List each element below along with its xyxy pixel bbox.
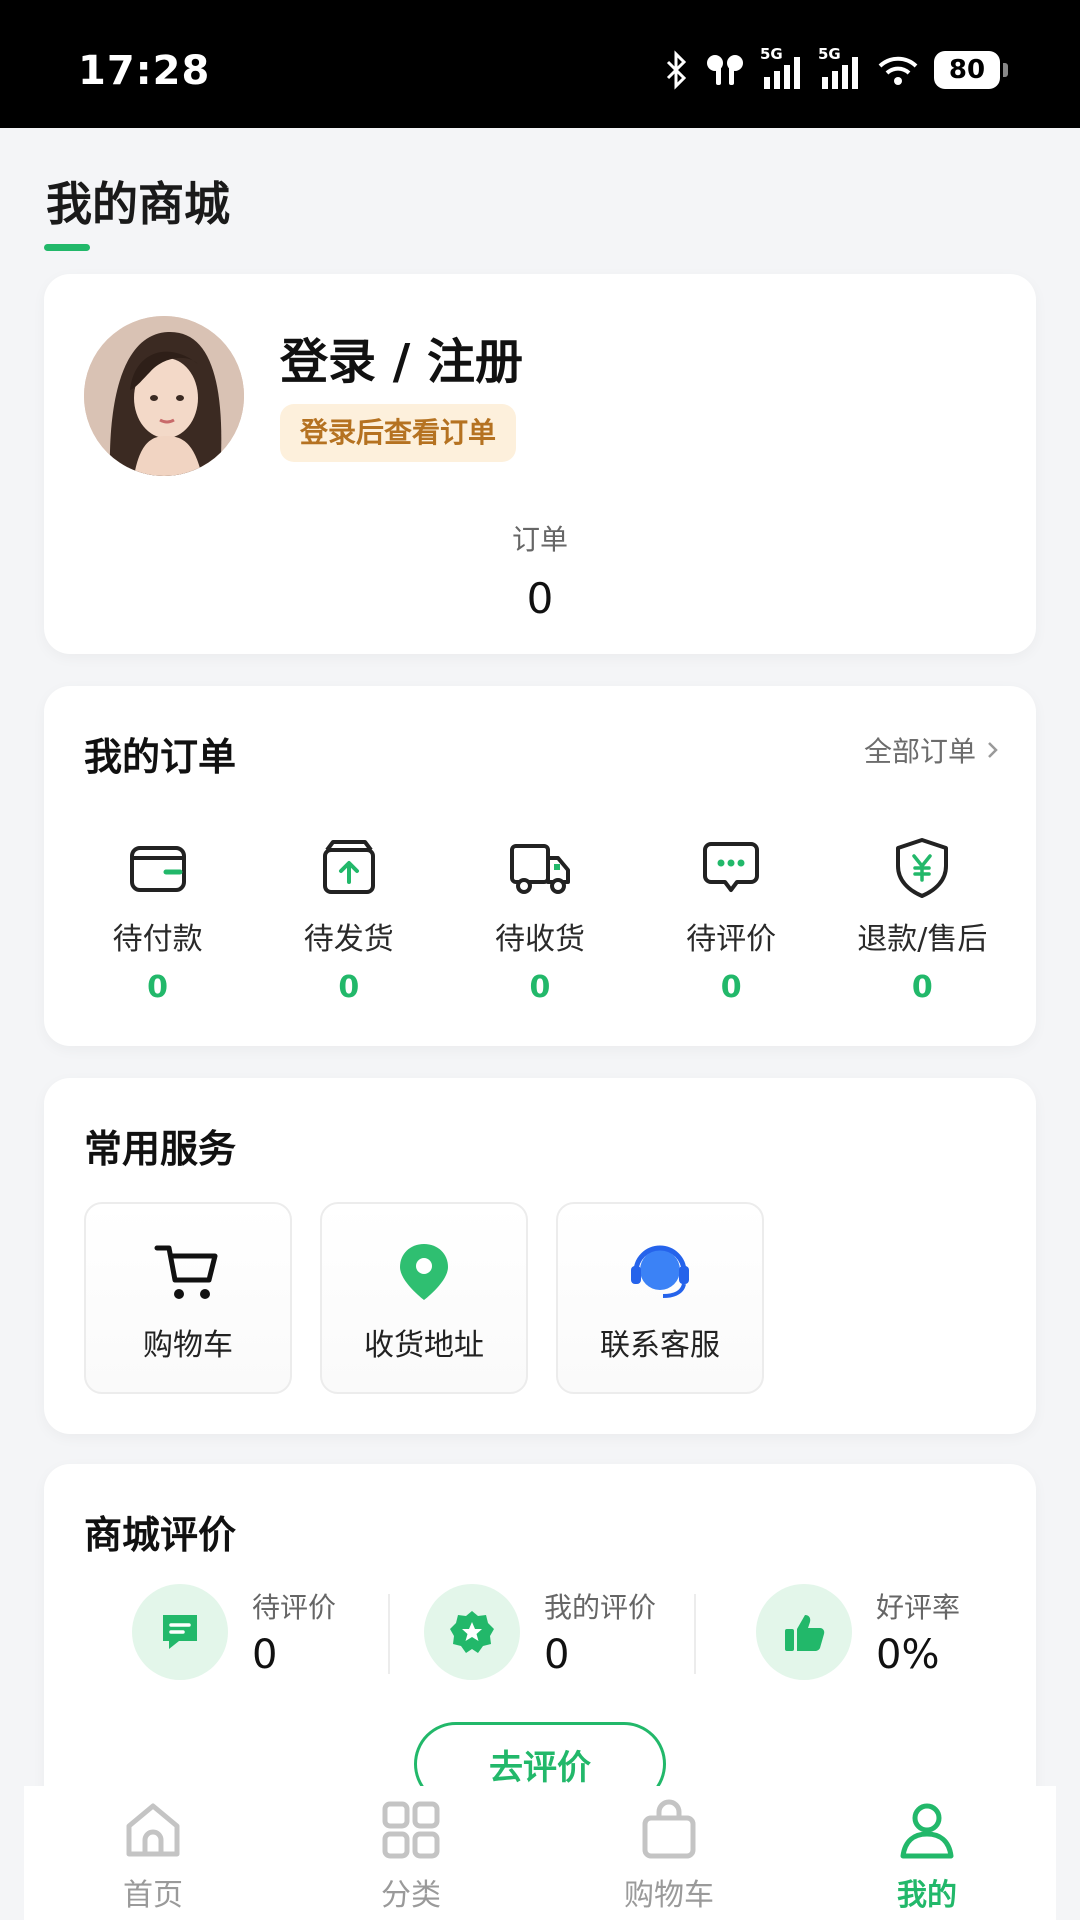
review-stat-value: 0: [252, 1632, 278, 1678]
order-status-count: 0: [720, 970, 742, 1005]
page-title: 我的商城: [46, 177, 230, 231]
tab-home[interactable]: 首页: [24, 1786, 282, 1920]
view-all-label: 全部订单: [863, 735, 976, 768]
avatar-portrait: [84, 316, 244, 476]
orders-stat-value: 0: [526, 574, 554, 623]
wallet-icon: [129, 846, 186, 892]
profile-card[interactable]: 登录 / 注册 登录后查看订单 订单 0: [44, 274, 1036, 654]
view-all-orders-link[interactable]: 全部订单: [864, 730, 1000, 770]
service-customer-support[interactable]: 联系客服: [556, 1202, 764, 1394]
review-stats: 待评价 0 我的评价 0 好评率 0%: [44, 1582, 1036, 1682]
location-pin-icon: [400, 1244, 448, 1300]
service-label: 购物车: [143, 1328, 233, 1363]
order-status-label: 待评价: [686, 922, 777, 957]
user-icon: [900, 1803, 954, 1859]
yen-shield-icon: [896, 838, 949, 898]
star-badge-icon: [450, 1611, 494, 1653]
headset-icon: [631, 1245, 689, 1298]
review-stat-icon-circle: [132, 1584, 228, 1680]
service-label: 收货地址: [364, 1328, 484, 1363]
service-label: 联系客服: [600, 1328, 720, 1363]
review-stat-value: 0: [544, 1632, 570, 1678]
divider: [388, 1594, 390, 1674]
cart-icon: [154, 1245, 218, 1299]
bluetooth-icon: [666, 50, 687, 90]
tab-label: 分类: [381, 1878, 441, 1913]
review-stat-icon-circle: [756, 1584, 852, 1680]
service-tiles: 购物车 收货地址 联系客服: [84, 1202, 764, 1394]
review-stat-pending[interactable]: 待评价 0: [132, 1582, 336, 1682]
divider: [694, 1594, 696, 1674]
review-stat-label: 待评价: [252, 1591, 337, 1624]
reviews-title: 商城评价: [84, 1513, 237, 1557]
tab-label: 首页: [123, 1878, 183, 1913]
network-type-1: 5G: [760, 45, 783, 63]
thumbs-up-icon: [785, 1615, 825, 1651]
review-stat-label: 我的评价: [544, 1591, 657, 1624]
order-status-label: 退款/售后: [857, 922, 988, 957]
tab-cart[interactable]: 购物车: [540, 1786, 798, 1920]
order-status-label: 待发货: [303, 922, 394, 957]
delivery-truck-icon: [509, 844, 570, 894]
app-screen: 17:28 5G 5G 80 我的商城 登录 / 注册 登录后查看订单 订单 0…: [0, 0, 1080, 1920]
cellular-signal-2: 5G: [818, 45, 862, 91]
review-stat-positive-rate[interactable]: 好评率 0%: [756, 1582, 960, 1682]
wifi-icon: [878, 56, 918, 85]
my-orders-card: 我的订单 全部订单 待付款 0 待发货 0 待收货 0 待评价 0 退款/售后 …: [44, 686, 1036, 1046]
login-register-link[interactable]: 登录 / 注册: [280, 322, 523, 392]
services-title: 常用服务: [84, 1127, 237, 1171]
status-bar: 17:28 5G 5G 80: [0, 0, 1080, 128]
review-stat-icon-circle: [424, 1584, 520, 1680]
order-status-count: 0: [911, 970, 933, 1005]
tab-category[interactable]: 分类: [282, 1786, 540, 1920]
chevron-right-icon: [988, 742, 998, 758]
order-status-label: 待付款: [112, 922, 203, 957]
service-address[interactable]: 收货地址: [320, 1202, 528, 1394]
package-upload-icon: [322, 840, 375, 894]
order-status-count: 0: [338, 970, 360, 1005]
tab-label: 我的: [897, 1878, 957, 1913]
grid-icon: [382, 1801, 440, 1859]
tab-mine[interactable]: 我的: [798, 1786, 1056, 1920]
review-stat-value: 0%: [876, 1632, 940, 1678]
login-hint-badge[interactable]: 登录后查看订单: [280, 404, 517, 462]
order-status-pending-review[interactable]: 待评价 0: [641, 836, 821, 1005]
bottom-tab-bar: 首页 分类 购物车 我的: [24, 1786, 1056, 1920]
avatar[interactable]: [84, 316, 244, 476]
status-icons: 5G 5G 80: [662, 45, 1008, 94]
status-time: 17:28: [78, 48, 211, 94]
order-status-count: 0: [529, 970, 551, 1005]
chat-bubble-icon: [703, 842, 760, 892]
cellular-signal-1: 5G: [760, 45, 804, 91]
order-status-pending-receipt[interactable]: 待收货 0: [450, 836, 630, 1005]
order-status-count: 0: [147, 970, 169, 1005]
order-status-refund[interactable]: 退款/售后 0: [832, 836, 1012, 1005]
service-cart[interactable]: 购物车: [84, 1202, 292, 1394]
shopping-bag-icon: [642, 1799, 696, 1859]
orders-stat-label: 订单: [511, 523, 568, 556]
battery-indicator: 80: [934, 51, 1008, 89]
order-status-pending-shipment[interactable]: 待发货 0: [259, 836, 439, 1005]
review-stat-label: 好评率: [876, 1591, 961, 1624]
order-status-pending-payment[interactable]: 待付款 0: [68, 836, 248, 1005]
orders-stat[interactable]: 订单 0: [44, 518, 1036, 623]
order-status-label: 待收货: [494, 922, 585, 957]
message-icon: [163, 1615, 197, 1649]
title-underline: [44, 244, 90, 251]
order-status-list: 待付款 0 待发货 0 待收货 0 待评价 0 退款/售后 0: [44, 836, 1036, 1005]
services-card: 常用服务 购物车 收货地址 联系客服: [44, 1078, 1036, 1434]
review-stat-mine[interactable]: 我的评价 0: [424, 1582, 656, 1682]
my-orders-title: 我的订单: [84, 735, 237, 779]
earbuds-icon: [707, 55, 743, 85]
home-icon: [126, 1803, 180, 1857]
network-type-2: 5G: [818, 45, 841, 63]
tab-label: 购物车: [624, 1878, 714, 1913]
